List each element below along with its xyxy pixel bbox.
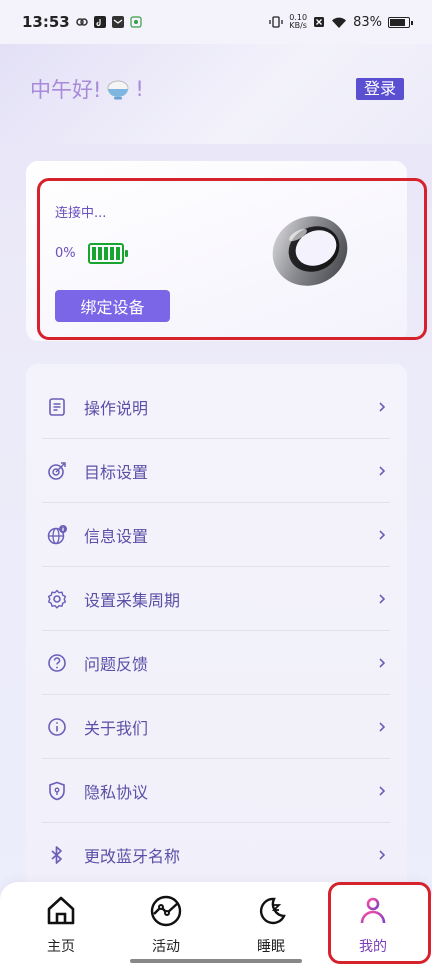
vibrate-icon — [269, 16, 283, 28]
document-icon — [49, 397, 65, 416]
menu-item-instructions[interactable]: 操作说明 — [42, 375, 390, 439]
nav-label: 主页 — [47, 939, 75, 955]
greeting: 中午好! ! — [30, 74, 144, 104]
tiktok-icon — [93, 16, 106, 28]
greeting-suffix: ! — [135, 77, 144, 101]
menu-item-label: 目标设置 — [84, 462, 149, 482]
greeting-text: 中午好! — [30, 78, 102, 102]
nav-label: 我的 — [359, 939, 387, 955]
home-icon — [47, 896, 75, 925]
sleep-moon-icon — [259, 897, 286, 925]
menu-item-feedback[interactable]: 问题反馈 — [42, 631, 390, 695]
status-bar: 13:53 0.10 KB/s 83% — [0, 0, 432, 44]
connection-status: 连接中... — [55, 206, 107, 221]
bind-device-button[interactable]: 绑定设备 — [55, 290, 170, 322]
device-battery-icon — [88, 243, 128, 264]
menu-item-label: 设置采集周期 — [84, 590, 181, 610]
menu-item-label: 隐私协议 — [84, 782, 149, 802]
status-left: 13:53 — [22, 13, 142, 31]
profile-icon — [360, 897, 386, 924]
menu-item-bluetooth-name[interactable]: 更改蓝牙名称 — [42, 823, 390, 887]
device-battery-percent: 0% — [55, 246, 76, 261]
battery-bar — [92, 247, 96, 260]
no-sim-icon — [314, 17, 325, 27]
menu-item-label: 更改蓝牙名称 — [84, 847, 181, 866]
battery-bar — [98, 247, 102, 260]
menu-item-privacy[interactable]: 隐私协议 — [42, 759, 390, 823]
battery-bar — [116, 247, 120, 260]
nav-label: 睡眠 — [257, 939, 285, 955]
bluetooth-icon — [51, 846, 62, 864]
menu-item-info-settings[interactable]: 信息设置 — [42, 503, 390, 567]
nav-label: 活动 — [152, 939, 180, 955]
menu-item-label: 问题反馈 — [84, 654, 149, 674]
mail-icon — [111, 16, 124, 28]
chevron-right-icon — [379, 785, 386, 796]
login-button[interactable]: 登录 — [355, 78, 404, 100]
question-icon — [48, 653, 66, 672]
chevron-right-icon — [379, 465, 386, 476]
menu-item-collection-period[interactable]: 设置采集周期 — [42, 567, 390, 631]
chevron-right-icon — [379, 850, 386, 860]
nav-item-sleep[interactable]: 睡眠 — [231, 882, 311, 964]
chevron-right-icon — [379, 401, 386, 412]
chevron-right-icon — [379, 529, 386, 540]
menu-item-about[interactable]: 关于我们 — [42, 695, 390, 759]
target-icon — [48, 461, 66, 480]
link-icon — [76, 18, 88, 26]
battery-bar — [104, 247, 108, 260]
menu-item-goals[interactable]: 目标设置 — [42, 439, 390, 503]
app-notification-icon — [130, 16, 142, 28]
status-time: 13:53 — [22, 13, 70, 31]
bottom-nav: 主页 活动 睡眠 我的 — [0, 882, 432, 964]
gear-icon — [47, 589, 67, 609]
shield-icon — [49, 781, 65, 800]
globe-info-icon — [47, 524, 67, 544]
chevron-right-icon — [379, 721, 386, 732]
net-speed-unit: KB/s — [289, 21, 307, 30]
activity-icon — [150, 895, 182, 927]
battery-icon — [388, 16, 413, 28]
battery-bar — [110, 247, 114, 260]
chevron-right-icon — [379, 657, 386, 668]
menu-item-label: 信息设置 — [84, 526, 149, 546]
rice-bowl-icon — [107, 80, 129, 100]
menu-item-label: 关于我们 — [84, 718, 149, 738]
battery-percent-text: 83% — [353, 14, 382, 30]
info-icon — [48, 717, 66, 736]
nav-item-activity[interactable]: 活动 — [126, 882, 206, 964]
nav-item-profile[interactable]: 我的 — [333, 882, 413, 964]
smart-ring-image — [272, 216, 348, 286]
net-speed: 0.10 KB/s — [289, 14, 307, 30]
nav-item-home[interactable]: 主页 — [21, 882, 101, 964]
wifi-icon — [332, 17, 347, 28]
status-right: 0.10 KB/s 83% — [269, 14, 413, 30]
header: 中午好! ! 登录 — [0, 44, 432, 144]
chevron-right-icon — [379, 593, 386, 604]
home-indicator — [130, 959, 302, 963]
menu-item-label: 操作说明 — [84, 398, 149, 418]
